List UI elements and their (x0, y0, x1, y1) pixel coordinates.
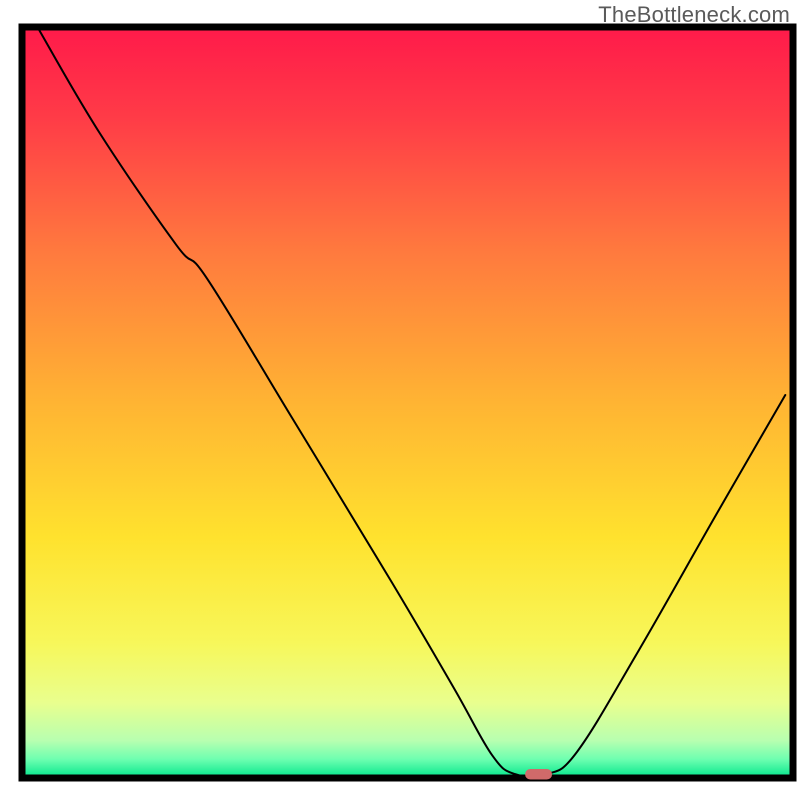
gradient-background (22, 27, 793, 778)
watermark-text: TheBottleneck.com (598, 2, 790, 28)
chart-container: { "watermark": "TheBottleneck.com", "cha… (0, 0, 800, 800)
optimal-marker (525, 769, 552, 780)
bottleneck-chart (0, 0, 800, 800)
